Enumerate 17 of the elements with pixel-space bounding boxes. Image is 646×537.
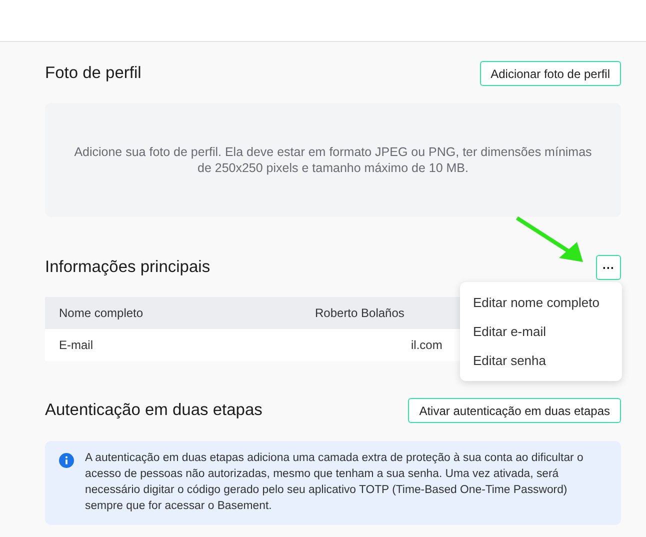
enable-2fa-button[interactable]: Ativar autenticação em duas etapas bbox=[408, 398, 621, 423]
add-photo-button[interactable]: Adicionar foto de perfil bbox=[480, 61, 621, 86]
field-label: E-mail bbox=[58, 338, 94, 352]
upload-hint: Adicione sua foto de perfil. Ela deve estar em formato JPEG ou PNG, ter dimensões mínimas de 250x250 pixels e tamanho máximo de 10 MB. bbox=[73, 144, 593, 176]
field-label: Nome completo bbox=[58, 306, 144, 320]
more-options-button[interactable]: ··· bbox=[596, 255, 621, 280]
info-text: A autenticação em duas etapas adiciona uma camada extra de proteção à sua conta ao dificultar o acesso de pessoas não autorizadas, mesmo que tenham a sua senha. Uma vez ativada, será necessário digitar o código gerado pelo seu aplicativo TOTP (Time-Based One-Time Password) sempre que for acessar o Basement. bbox=[85, 451, 584, 514]
menu-item[interactable]: Editar e-mail bbox=[460, 317, 622, 346]
field-value: Roberto Bolaños bbox=[315, 306, 404, 320]
section-title: Autenticação em duas etapas bbox=[45, 401, 262, 420]
menu-item[interactable]: Editar senha bbox=[460, 346, 622, 375]
section-title: Informações principais bbox=[45, 258, 210, 277]
field-value: il.com bbox=[411, 338, 442, 352]
info-icon bbox=[59, 453, 74, 468]
menu-item[interactable]: Editar nome completo bbox=[460, 288, 622, 317]
section-title: Foto de perfil bbox=[45, 64, 142, 83]
annotation-arrow bbox=[515, 216, 585, 264]
